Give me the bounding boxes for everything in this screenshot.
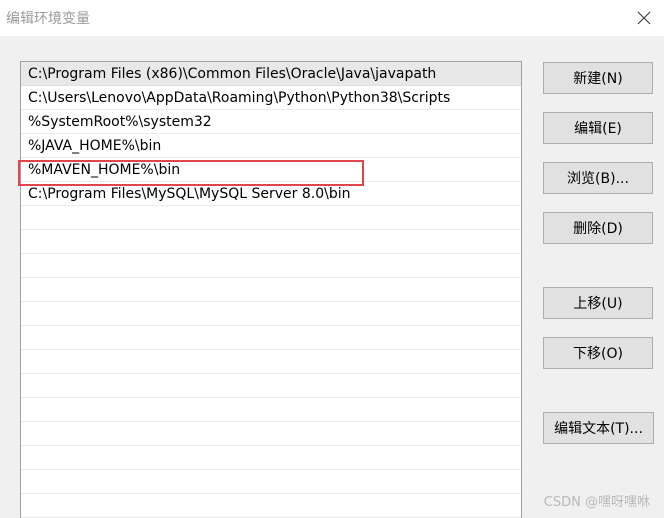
browse-button[interactable]: 浏览(B)... [543, 162, 653, 194]
path-list-item[interactable]: C:\Program Files\MySQL\MySQL Server 8.0\… [21, 182, 521, 206]
title-bar: 编辑环境变量 [0, 0, 664, 36]
empty-list-row[interactable] [21, 302, 521, 326]
close-icon [637, 11, 651, 25]
close-button[interactable] [630, 4, 658, 32]
empty-list-row[interactable] [21, 350, 521, 374]
edit-button[interactable]: 编辑(E) [543, 112, 653, 144]
empty-list-row[interactable] [21, 446, 521, 470]
new-button[interactable]: 新建(N) [543, 62, 653, 94]
path-list-item[interactable]: %JAVA_HOME%\bin [21, 134, 521, 158]
empty-list-row[interactable] [21, 398, 521, 422]
window-title: 编辑环境变量 [6, 11, 90, 27]
empty-list-row[interactable] [21, 230, 521, 254]
empty-list-row[interactable] [21, 278, 521, 302]
watermark: CSDN @嘿呀嘿咻 [543, 495, 650, 510]
path-list-item-maven[interactable]: %MAVEN_HOME%\bin [21, 158, 521, 182]
path-list-item[interactable]: C:\Program Files (x86)\Common Files\Orac… [21, 62, 521, 86]
empty-list-row[interactable] [21, 254, 521, 278]
edit-text-button[interactable]: 编辑文本(T)... [543, 412, 654, 444]
path-list-item[interactable]: C:\Users\Lenovo\AppData\Roaming\Python\P… [21, 86, 521, 110]
edit-env-variable-dialog: 编辑环境变量 C:\Program Files (x86)\Common Fil… [0, 0, 664, 518]
empty-list-row[interactable] [21, 494, 521, 518]
empty-list-row[interactable] [21, 422, 521, 446]
path-list[interactable]: C:\Program Files (x86)\Common Files\Orac… [20, 61, 522, 518]
empty-list-row[interactable] [21, 326, 521, 350]
empty-list-row[interactable] [21, 374, 521, 398]
empty-list-row[interactable] [21, 470, 521, 494]
delete-button[interactable]: 删除(D) [543, 212, 653, 244]
path-list-item[interactable]: %SystemRoot%\system32 [21, 110, 521, 134]
empty-list-row[interactable] [21, 206, 521, 230]
move-down-button[interactable]: 下移(O) [543, 337, 653, 369]
move-up-button[interactable]: 上移(U) [543, 287, 653, 319]
